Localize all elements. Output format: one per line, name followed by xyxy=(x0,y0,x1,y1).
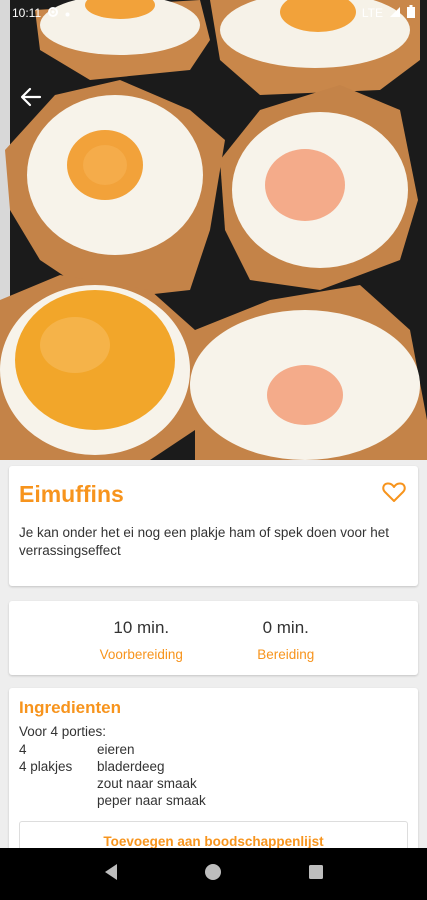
prep-time: 10 min. Voorbereiding xyxy=(9,601,214,675)
favorite-button[interactable] xyxy=(380,480,408,508)
ingredient-list: 4 eieren 4 plakjes bladerdeeg zout naar … xyxy=(19,741,408,809)
ingredient-qty: 4 plakjes xyxy=(19,759,73,774)
recipe-photo xyxy=(0,0,427,460)
status-bar: 10:11 LTE xyxy=(0,0,427,26)
back-button[interactable] xyxy=(14,84,48,114)
cook-time: 0 min. Bereiding xyxy=(214,601,419,675)
status-time: 10:11 xyxy=(12,6,42,20)
settings-icon xyxy=(47,6,59,21)
arrow-left-icon xyxy=(20,87,42,112)
system-nav-bar xyxy=(0,848,427,900)
portions-label: Voor 4 porties: xyxy=(19,724,107,739)
ingredient-name: peper naar smaak xyxy=(97,793,206,808)
prep-time-label: Voorbereiding xyxy=(99,647,183,662)
ingredient-row: 4 eieren xyxy=(19,741,408,758)
cook-time-value: 0 min. xyxy=(262,618,309,637)
back-triangle-icon xyxy=(103,863,119,886)
home-circle-icon xyxy=(204,863,222,886)
ingredient-qty: 4 xyxy=(19,742,27,757)
ingredient-qty xyxy=(19,775,97,792)
recipe-header-card: Eimuffins Je kan onder het ei nog een pl… xyxy=(9,466,418,586)
recents-square-icon xyxy=(308,864,324,885)
recipe-title: Eimuffins xyxy=(19,480,124,507)
battery-icon xyxy=(407,5,415,21)
ingredient-name: zout naar smaak xyxy=(97,776,197,791)
prep-time-value: 10 min. xyxy=(113,618,170,637)
times-card: 10 min. Voorbereiding 0 min. Bereiding xyxy=(9,601,418,675)
ingredient-row: 4 plakjes bladerdeeg xyxy=(19,758,408,775)
nav-back-button[interactable] xyxy=(91,854,131,894)
ingredient-row: zout naar smaak xyxy=(19,775,408,792)
ingredient-name: bladerdeeg xyxy=(97,759,165,774)
heart-outline-icon xyxy=(382,481,406,508)
ingredient-qty xyxy=(19,792,97,809)
network-label: LTE xyxy=(361,6,383,20)
ingredient-row: peper naar smaak xyxy=(19,792,408,809)
ingredients-title: Ingredienten xyxy=(19,698,122,717)
ingredient-name: eieren xyxy=(97,742,135,757)
signal-icon xyxy=(389,6,401,21)
recipe-description: Je kan onder het ei nog een plakje ham o… xyxy=(19,525,390,558)
nav-recents-button[interactable] xyxy=(296,854,336,894)
dot-icon xyxy=(65,6,70,20)
cook-time-label: Bereiding xyxy=(257,647,315,662)
nav-home-button[interactable] xyxy=(193,854,233,894)
